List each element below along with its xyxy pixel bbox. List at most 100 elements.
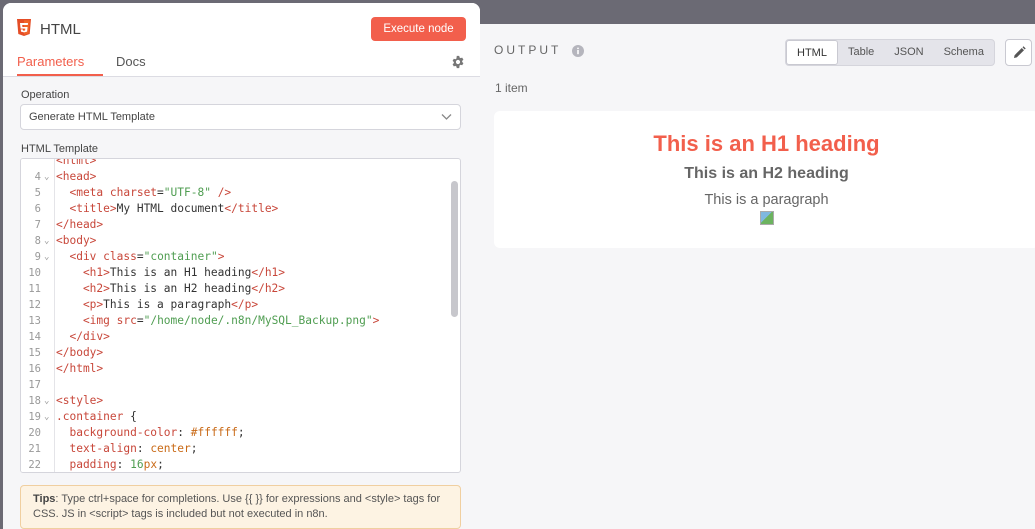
line-number: 13 xyxy=(28,315,41,327)
preview-paragraph: This is a paragraph xyxy=(704,192,829,208)
code-token: charset xyxy=(109,186,158,199)
tab-parameters[interactable]: Parameters xyxy=(17,54,103,76)
code-line: 13 <img src="/home/node/.n8n/MySQL_Backu… xyxy=(21,313,446,329)
line-number: 20 xyxy=(28,427,41,439)
code-text: <style> xyxy=(56,393,103,409)
code-text: <meta charset="UTF-8" /> xyxy=(56,185,231,201)
code-token: = xyxy=(136,314,144,327)
line-number: 9 xyxy=(34,251,41,263)
code-line: 20 background-color: #ffffff; xyxy=(21,425,446,441)
code-token: : xyxy=(116,458,131,471)
code-token: This is an H2 heading xyxy=(109,282,252,295)
code-text: padding: 16px; xyxy=(56,457,164,472)
code-text: </head> xyxy=(56,217,103,233)
line-number: 21 xyxy=(28,443,41,455)
code-text: .container { xyxy=(56,409,137,425)
line-number: 11 xyxy=(28,283,41,295)
line-number: 7 xyxy=(34,219,41,231)
code-token: <html> xyxy=(56,158,97,167)
code-line: 18 ⌄ <style> xyxy=(21,393,446,409)
code-token: </title> xyxy=(224,202,279,215)
code-token: > xyxy=(217,250,225,263)
code-token: = xyxy=(136,250,144,263)
code-line: 11 <h2>This is an H2 heading</h2> xyxy=(21,281,446,297)
code-token: ; xyxy=(190,442,198,455)
code-token: center xyxy=(150,442,191,455)
code-line: 14 </div> xyxy=(21,329,446,345)
fold-toggle-icon[interactable]: ⌄ xyxy=(44,249,49,265)
preview-h1: This is an H1 heading xyxy=(653,131,880,156)
output-view-switcher: HTML Table JSON Schema xyxy=(785,39,995,66)
line-number: 8 xyxy=(34,235,41,247)
code-token: </html> xyxy=(56,362,104,375)
fold-toggle-icon[interactable]: ⌄ xyxy=(44,169,49,185)
line-number: 6 xyxy=(34,203,41,215)
info-icon[interactable] xyxy=(572,45,584,57)
node-parameters-panel: HTML Execute node Parameters Docs Operat… xyxy=(3,3,480,529)
code-text: </div> xyxy=(56,329,109,345)
line-number: 16 xyxy=(28,363,41,375)
chevron-down-icon xyxy=(441,114,452,120)
items-count: 1 item xyxy=(495,81,528,95)
html-template-editor[interactable]: <html> 4 ⌄ <head> 5 <meta charset="UTF-8" />… xyxy=(20,158,461,473)
fold-toggle-icon[interactable]: ⌄ xyxy=(44,233,49,249)
code-text: <body> xyxy=(56,233,96,249)
code-token: <img xyxy=(56,314,117,327)
code-line: 22 padding: 16px; xyxy=(21,457,446,472)
line-number: 22 xyxy=(28,459,41,471)
editor-scrollbar[interactable] xyxy=(451,181,458,317)
edit-output-button[interactable] xyxy=(1005,39,1032,66)
code-line: 19 ⌄ .container { xyxy=(21,409,446,425)
fold-toggle-icon[interactable]: ⌄ xyxy=(44,409,49,425)
view-tab-table[interactable]: Table xyxy=(838,40,884,65)
output-title: OUTPUT xyxy=(494,43,562,57)
line-number: 17 xyxy=(28,379,41,391)
line-number: 12 xyxy=(28,299,41,311)
line-number: 4 xyxy=(34,171,41,183)
view-tab-html[interactable]: HTML xyxy=(786,40,838,65)
code-token: : xyxy=(177,426,191,439)
code-token: ; xyxy=(237,426,245,439)
code-token: class xyxy=(103,250,137,263)
code-token: My HTML document xyxy=(116,202,225,215)
operation-select[interactable]: Generate HTML Template xyxy=(20,104,461,130)
code-token: </head> xyxy=(56,218,104,231)
code-token: .container xyxy=(56,410,124,423)
code-line: 9 ⌄ <div class="container"> xyxy=(21,249,446,265)
code-token: "/home/node/.n8n/MySQL_Backup.png" xyxy=(143,314,373,327)
code-token: 16 xyxy=(130,458,144,471)
code-line: 10 <h1>This is an H1 heading</h1> xyxy=(21,265,446,281)
tab-docs[interactable]: Docs xyxy=(116,54,146,69)
code-line: 12 <p>This is a paragraph</p> xyxy=(21,297,446,313)
code-token: src xyxy=(116,314,137,327)
code-line: 4 ⌄ <head> xyxy=(21,169,446,185)
code-text: <title>My HTML document</title> xyxy=(56,201,278,217)
code-token: { xyxy=(123,410,137,423)
gear-icon[interactable] xyxy=(451,55,465,69)
code-token: : xyxy=(136,442,151,455)
code-text: </html> xyxy=(56,361,103,377)
code-token: </h2> xyxy=(251,282,286,295)
pencil-icon xyxy=(1014,46,1026,58)
code-token: <head> xyxy=(56,170,97,183)
code-text: <p>This is a paragraph</p> xyxy=(56,297,258,313)
code-token: </p> xyxy=(231,298,259,311)
code-token: ; xyxy=(157,458,164,471)
view-tab-json[interactable]: JSON xyxy=(884,40,933,65)
code-text: text-align: center; xyxy=(56,441,197,457)
line-number: 18 xyxy=(28,395,41,407)
code-line: 21 text-align: center; xyxy=(21,441,446,457)
code-line: <html> xyxy=(21,158,446,169)
code-token: <body> xyxy=(56,234,97,247)
code-token: This is a paragraph xyxy=(103,298,232,311)
line-number: 19 xyxy=(28,411,41,423)
code-token: #ffffff xyxy=(190,426,238,439)
line-number: 10 xyxy=(28,267,41,279)
code-token: text-align xyxy=(56,442,137,455)
fold-toggle-icon[interactable]: ⌄ xyxy=(44,393,49,409)
line-number: 5 xyxy=(34,187,41,199)
code-token: px xyxy=(143,458,158,471)
execute-node-button[interactable]: Execute node xyxy=(371,17,466,41)
code-text: <h1>This is an H1 heading</h1> xyxy=(56,265,285,281)
view-tab-schema[interactable]: Schema xyxy=(934,40,994,65)
